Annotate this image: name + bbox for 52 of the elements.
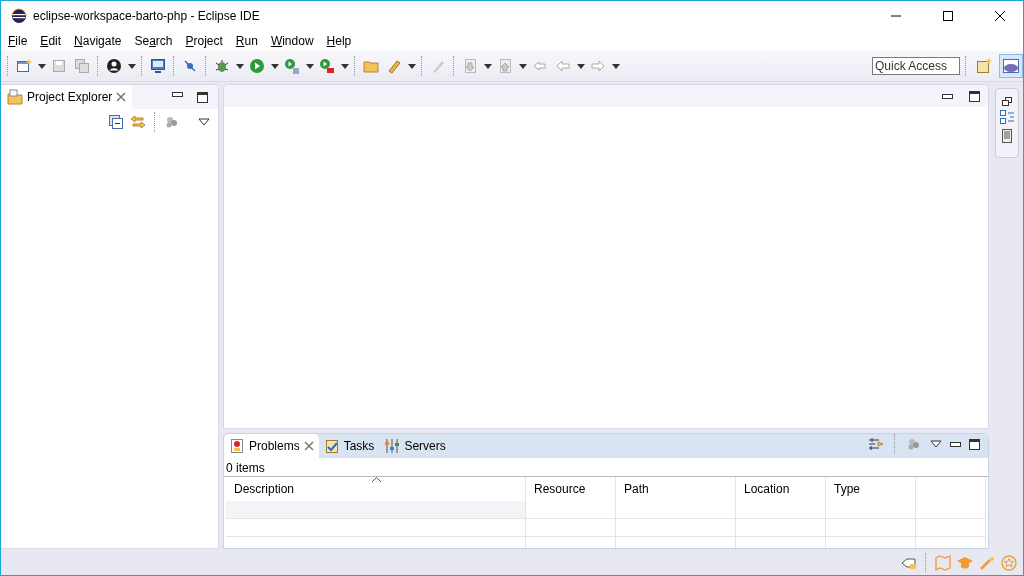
menu-item[interactable]: Edit [37, 31, 65, 51]
panel-tab[interactable]: Servers [379, 434, 451, 458]
window-title: eclipse-workspace-barto-php - Eclipse IDE [33, 9, 261, 23]
minimize-icon[interactable] [942, 93, 953, 99]
magic-wand-icon [979, 555, 995, 571]
table-cell [916, 519, 986, 537]
close-icon[interactable] [303, 441, 314, 451]
menu-item[interactable]: Project [182, 31, 226, 51]
maximize-icon [943, 11, 953, 21]
star-badge-icon [1001, 555, 1017, 571]
maximize-icon[interactable] [969, 90, 980, 102]
menu-item[interactable]: Window [267, 31, 317, 51]
problems-icon [229, 438, 245, 454]
document-icon [999, 128, 1015, 144]
play-icon[interactable] [247, 56, 267, 76]
outline-icon [999, 109, 1015, 125]
minimize-icon[interactable] [172, 92, 183, 97]
sliders-icon [384, 438, 401, 454]
explorer-tab[interactable]: Project Explorer [1, 85, 133, 109]
item-count: 0 items [224, 458, 988, 477]
php-perspective-button[interactable] [999, 54, 1023, 78]
play-toolbox-icon[interactable] [317, 56, 337, 76]
maximize-icon[interactable] [197, 92, 208, 103]
close-icon[interactable] [116, 92, 127, 102]
filter-dots-icon [164, 114, 180, 130]
menu-item[interactable]: File [5, 31, 31, 51]
menu-item[interactable]: Search [131, 31, 176, 51]
clipboard-check-icon [323, 438, 340, 454]
quick-access-field[interactable]: Quick Access [872, 57, 960, 75]
menu-item[interactable]: Navigate [71, 31, 125, 51]
view-menu-icon [198, 118, 210, 126]
configure-columns-icon [868, 436, 884, 452]
graduation-cap-icon [957, 555, 973, 571]
link-arrows-icon [130, 114, 146, 130]
heap-status-icon [901, 555, 917, 571]
maximize-icon[interactable] [969, 438, 980, 450]
user-icon[interactable] [104, 56, 124, 76]
panel-tab[interactable]: Problems [224, 434, 319, 458]
panel-tab[interactable]: Tasks [318, 434, 380, 458]
eclipse-logo-icon [11, 8, 27, 24]
folder-icon [7, 89, 23, 105]
minimize-icon[interactable] [950, 441, 961, 447]
restore-icon [1002, 97, 1012, 106]
collapse-all-icon [108, 114, 124, 130]
map-icon [935, 555, 951, 571]
sort-caret-icon [372, 477, 381, 482]
menu-item[interactable]: Help [323, 31, 355, 51]
filter-dots-icon [906, 436, 922, 452]
close-icon [995, 11, 1005, 21]
monitor-icon[interactable] [148, 56, 168, 76]
menu-item[interactable]: Run [232, 31, 261, 51]
view-menu-icon [930, 440, 942, 448]
